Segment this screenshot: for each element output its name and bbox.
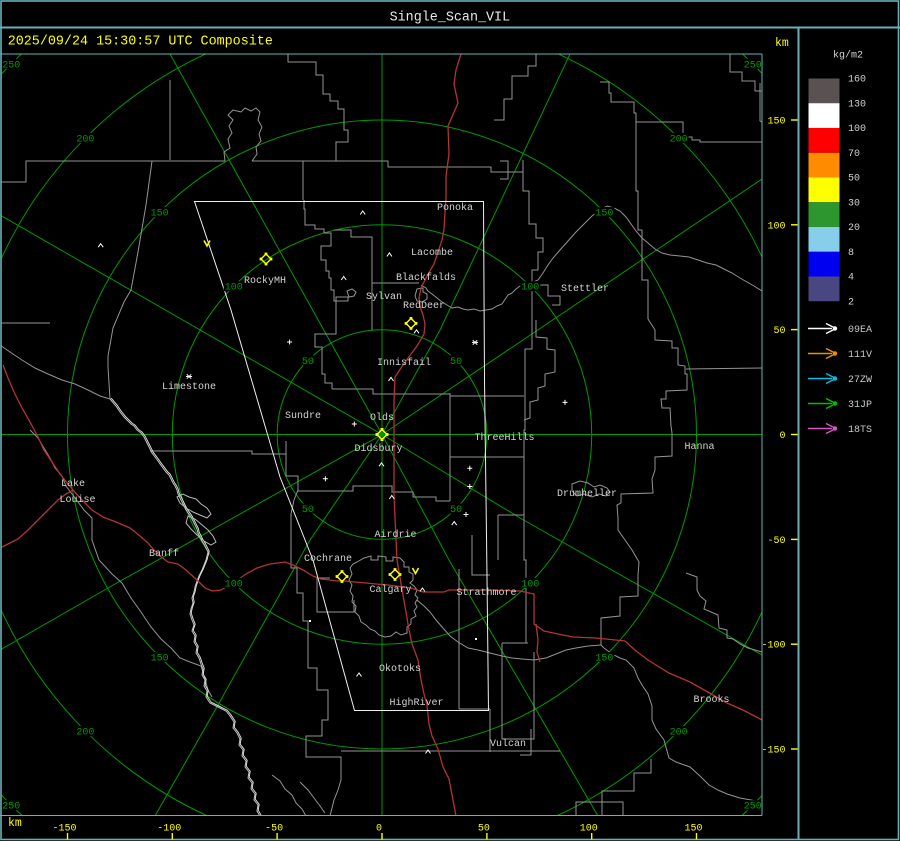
svg-text:130: 130 <box>848 100 866 111</box>
svg-text:-100: -100 <box>157 824 181 835</box>
svg-text:70: 70 <box>848 149 860 160</box>
svg-text:31JP: 31JP <box>848 400 872 411</box>
svg-text:50: 50 <box>478 824 490 835</box>
svg-text:250: 250 <box>744 60 762 71</box>
svg-text:-150: -150 <box>761 746 785 757</box>
svg-text:Drumheller: Drumheller <box>557 488 617 500</box>
svg-text:100: 100 <box>580 824 598 835</box>
svg-text:Okotoks: Okotoks <box>379 663 421 675</box>
svg-text:150: 150 <box>151 653 169 664</box>
svg-text:Banff: Banff <box>149 548 179 560</box>
svg-text:100: 100 <box>225 579 243 590</box>
svg-text:RockyMH: RockyMH <box>244 275 286 287</box>
svg-text:Airdrie: Airdrie <box>375 529 417 541</box>
svg-text:100: 100 <box>225 283 243 294</box>
svg-text:km: km <box>8 817 22 830</box>
svg-text:-50: -50 <box>767 536 785 547</box>
svg-text:Lake: Lake <box>61 478 85 490</box>
svg-text:100: 100 <box>521 283 539 294</box>
svg-text:0: 0 <box>376 824 382 835</box>
svg-text:Vulcan: Vulcan <box>490 738 526 750</box>
svg-text:Innisfail: Innisfail <box>377 357 431 369</box>
svg-text:Lacombe: Lacombe <box>411 247 453 259</box>
svg-text:km: km <box>775 37 789 50</box>
svg-text:20: 20 <box>848 223 860 234</box>
svg-text:Sylvan: Sylvan <box>366 291 402 303</box>
svg-text:Didsbury: Didsbury <box>355 443 403 455</box>
svg-text:Ponoka: Ponoka <box>437 202 473 214</box>
svg-text:Limestone: Limestone <box>162 381 216 393</box>
svg-text:27ZW: 27ZW <box>848 375 872 386</box>
svg-text:09EA: 09EA <box>848 325 872 336</box>
svg-text:150: 150 <box>595 209 613 220</box>
svg-text:250: 250 <box>2 60 20 71</box>
svg-text:HighRiver: HighRiver <box>390 697 444 709</box>
svg-text:30: 30 <box>848 198 860 209</box>
svg-text:Strathmore: Strathmore <box>457 587 517 599</box>
svg-text:50: 50 <box>302 505 314 516</box>
svg-text:50: 50 <box>302 357 314 368</box>
svg-text:2: 2 <box>848 297 854 308</box>
svg-text:-50: -50 <box>265 824 283 835</box>
svg-text:100: 100 <box>848 124 866 135</box>
svg-text:150: 150 <box>767 117 785 128</box>
svg-text:160: 160 <box>848 75 866 86</box>
svg-text:100: 100 <box>521 579 539 590</box>
svg-text:Single_Scan_VIL: Single_Scan_VIL <box>390 11 511 26</box>
svg-text:Brooks: Brooks <box>694 694 730 706</box>
svg-text:Louise: Louise <box>60 494 96 506</box>
svg-text:Blackfalds: Blackfalds <box>396 272 456 284</box>
svg-text:Calgary: Calgary <box>370 584 412 596</box>
svg-text:100: 100 <box>767 221 785 232</box>
svg-text:50: 50 <box>773 326 785 337</box>
svg-text:250: 250 <box>744 802 762 813</box>
svg-text:50: 50 <box>848 174 860 185</box>
svg-text:50: 50 <box>450 357 462 368</box>
svg-text:150: 150 <box>151 209 169 220</box>
svg-text:150: 150 <box>595 653 613 664</box>
svg-text:-150: -150 <box>52 824 76 835</box>
svg-text:Hanna: Hanna <box>685 442 715 453</box>
svg-text:4: 4 <box>848 273 854 284</box>
svg-text:8: 8 <box>848 248 854 259</box>
svg-text:200: 200 <box>76 134 94 145</box>
svg-text:150: 150 <box>684 824 702 835</box>
svg-text:111V: 111V <box>848 350 872 361</box>
svg-text:0: 0 <box>779 431 785 442</box>
svg-text:50: 50 <box>450 505 462 516</box>
svg-text:200: 200 <box>670 728 688 739</box>
svg-text:ThreeHills: ThreeHills <box>475 432 535 444</box>
svg-text:Sundre: Sundre <box>285 410 321 422</box>
svg-text:2025/09/24 15:30:57 UTC Compos: 2025/09/24 15:30:57 UTC Composite <box>8 35 273 50</box>
svg-text:Olds: Olds <box>370 412 394 424</box>
svg-text:kg/m2: kg/m2 <box>833 50 863 62</box>
svg-text:Stettler: Stettler <box>561 283 609 295</box>
svg-text:200: 200 <box>670 134 688 145</box>
svg-text:-100: -100 <box>761 641 785 652</box>
svg-text:200: 200 <box>76 728 94 739</box>
svg-text:18TS: 18TS <box>848 425 872 436</box>
svg-text:250: 250 <box>2 802 20 813</box>
svg-text:Cochrane: Cochrane <box>304 553 352 565</box>
svg-text:RedDeer: RedDeer <box>403 300 445 312</box>
